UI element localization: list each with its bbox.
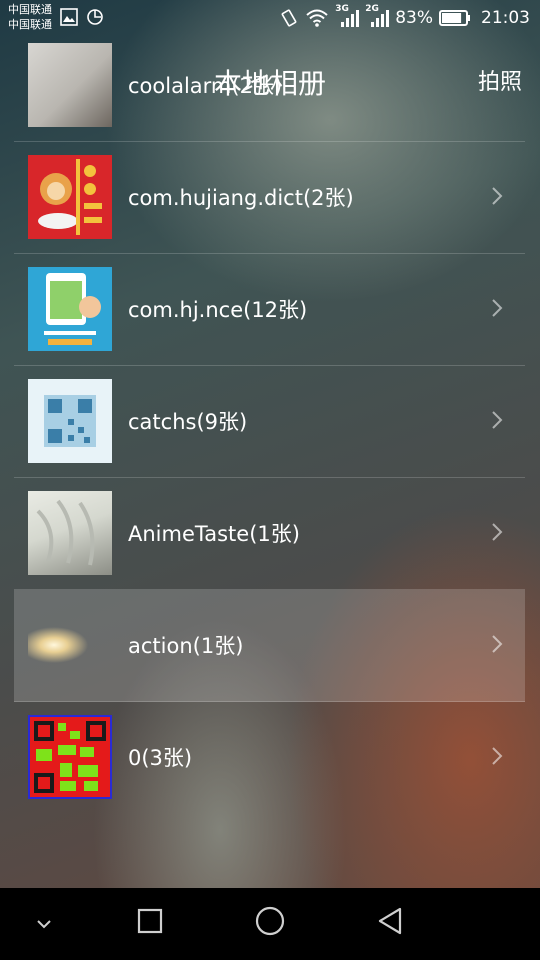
chevron-right-icon	[492, 411, 503, 429]
album-label: 0(3张)	[128, 746, 193, 770]
page-title: 本地相册	[213, 67, 326, 100]
carrier-1: 中国联通	[8, 3, 52, 16]
album-thumbnail	[28, 491, 112, 575]
recents-icon[interactable]	[137, 908, 163, 934]
monkey-poster-image	[38, 159, 102, 235]
chevron-right-icon	[492, 299, 503, 317]
chevron-right-icon	[492, 523, 503, 541]
hide-nav-icon[interactable]	[34, 918, 54, 930]
sync-icon	[87, 9, 103, 25]
battery-icon	[439, 10, 470, 26]
album-label: com.hujiang.dict(2张)	[128, 186, 354, 210]
paper-fold-image	[36, 499, 95, 566]
signal-icon	[341, 10, 360, 27]
color-qr-image	[34, 721, 106, 793]
signal-icon	[371, 10, 390, 27]
vibrate-icon	[281, 9, 297, 27]
album-row-catchs[interactable]: catchs(9张)	[14, 366, 525, 478]
album-label: com.hj.nce(12张)	[128, 298, 308, 322]
status-bar: 中国联通 中国联通 3G 2G 83% 21:03	[0, 0, 540, 38]
album-label: AnimeTaste(1张)	[128, 522, 300, 546]
chevron-right-icon	[492, 747, 503, 765]
chevron-right-icon	[492, 187, 503, 205]
album-row-action[interactable]: action(1张)	[14, 590, 525, 702]
notification-icons	[60, 8, 104, 26]
signal-2-group: 2G	[365, 4, 390, 28]
clock: 21:03	[481, 8, 530, 28]
carrier-2: 中国联通	[8, 18, 52, 31]
qr-code-image	[44, 395, 96, 447]
album-thumbnail	[28, 155, 112, 239]
wifi-icon	[306, 9, 328, 27]
album-list[interactable]: coolalarm(2张) com.hujiang.dict(2张) com.h…	[14, 30, 525, 813]
camera-button[interactable]: 拍照	[478, 64, 522, 96]
album-thumbnail	[28, 379, 112, 463]
battery-percent: 83%	[395, 8, 433, 28]
album-thumbnail	[28, 267, 112, 351]
navigation-bar	[0, 888, 540, 960]
album-row-0[interactable]: 0(3张)	[14, 702, 525, 813]
carrier-labels: 中国联通 中国联通	[8, 2, 52, 32]
phone-ad-image	[44, 273, 101, 345]
album-thumbnail	[28, 715, 112, 799]
album-row-hujiang-dict[interactable]: com.hujiang.dict(2张)	[14, 142, 525, 254]
gallery-icon	[60, 8, 78, 26]
app-header: 本地相册 拍照	[0, 38, 540, 118]
album-label: action(1张)	[128, 634, 244, 658]
album-label: catchs(9张)	[128, 410, 248, 434]
album-thumbnail	[28, 603, 112, 687]
chevron-right-icon	[492, 635, 503, 653]
system-indicators: 3G 2G 83% 21:03	[279, 4, 530, 28]
signal-1-group: 3G	[335, 4, 360, 28]
home-icon[interactable]	[255, 906, 285, 936]
back-icon[interactable]	[376, 906, 404, 936]
album-row-animetaste[interactable]: AnimeTaste(1张)	[14, 478, 525, 590]
album-row-hj-nce[interactable]: com.hj.nce(12张)	[14, 254, 525, 366]
